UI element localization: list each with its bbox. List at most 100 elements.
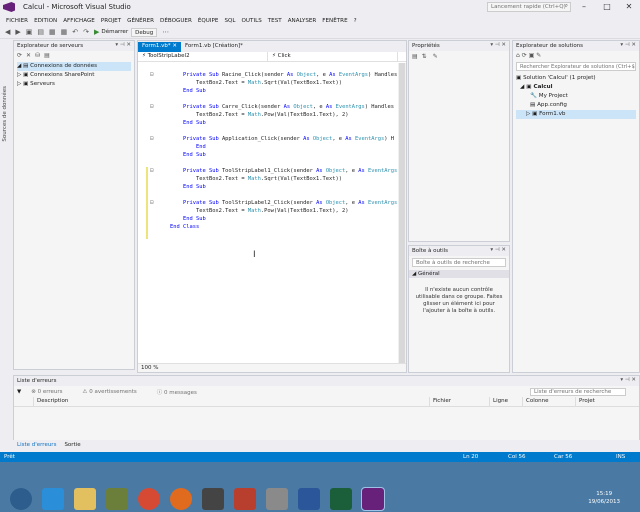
messages-filter-button[interactable]: ⓘ 0 messages bbox=[157, 388, 207, 396]
scrollbar-thumb[interactable] bbox=[399, 63, 405, 363]
word-icon[interactable] bbox=[298, 488, 320, 510]
properties-icon[interactable]: ✎ bbox=[536, 52, 541, 59]
redo-icon[interactable]: ↷ bbox=[83, 28, 89, 36]
tree-item-form1[interactable]: ▷ ▣ Form1.vb bbox=[516, 110, 636, 119]
menu-equipe[interactable]: ÉQUIPE bbox=[198, 17, 219, 24]
connect-server-icon[interactable]: ▤ bbox=[44, 52, 50, 59]
new-project-icon[interactable]: ▣ bbox=[26, 28, 33, 36]
errors-filter-button[interactable]: ⊗ 0 erreurs bbox=[31, 389, 72, 395]
nav-method-select[interactable]: ⚡ Click bbox=[268, 52, 398, 61]
start-orb-icon[interactable] bbox=[10, 488, 32, 510]
warnings-filter-button[interactable]: ⚠ 0 avertissements bbox=[83, 389, 147, 395]
quick-launch-input[interactable]: Lancement rapide (Ctrl+Q) ⌕ bbox=[487, 2, 571, 12]
title-bar: Calcul - Microsoft Visual Studio Lanceme… bbox=[0, 0, 640, 14]
app-icon[interactable] bbox=[106, 488, 128, 510]
toolbox-group-general[interactable]: ◢ Général bbox=[409, 270, 509, 278]
app2-icon[interactable] bbox=[330, 488, 352, 510]
server-explorer-toolbar: ⟳ ✕ ⛁ ▤ bbox=[14, 51, 134, 60]
connect-database-icon[interactable]: ⛁ bbox=[35, 52, 40, 59]
tab-form1-vb[interactable]: Form1.vb* ✕ bbox=[138, 42, 181, 52]
chrome-icon[interactable] bbox=[138, 488, 160, 510]
start-icon[interactable]: ▶ bbox=[94, 28, 99, 36]
pin-icon[interactable]: ▾ ⊣ ✕ bbox=[490, 247, 506, 253]
editor-scrollbar[interactable] bbox=[398, 63, 406, 365]
tree-item-my-project[interactable]: 🔧 My Project bbox=[516, 92, 636, 101]
solution-search-input[interactable]: Rechercher Explorateur de solutions (Ctr… bbox=[516, 62, 636, 71]
menu-fichier[interactable]: FICHIER bbox=[6, 17, 28, 24]
toolbox-search-input[interactable]: Boîte à outils de recherche bbox=[412, 258, 506, 267]
nav-class-select[interactable]: ⚡ ToolStripLabel2 bbox=[138, 52, 268, 61]
tab-form1-design[interactable]: Form1.vb [Création]* bbox=[181, 42, 247, 52]
column-column[interactable]: Colonne bbox=[523, 397, 576, 406]
file-explorer-icon[interactable] bbox=[74, 488, 96, 510]
column-description[interactable]: Description bbox=[34, 397, 430, 406]
status-insert-mode: INS bbox=[616, 454, 626, 460]
start-button[interactable]: Démarrer bbox=[101, 29, 128, 35]
fold-toggle-icon[interactable]: ⊟ bbox=[150, 71, 154, 78]
column-icon[interactable] bbox=[14, 397, 34, 406]
menu-test[interactable]: TEST bbox=[268, 17, 282, 24]
menu-fenetre[interactable]: FENÊTRE bbox=[322, 17, 347, 24]
media-player-icon[interactable] bbox=[202, 488, 224, 510]
pin-icon[interactable]: ▾ ⊣ ✕ bbox=[490, 42, 506, 48]
fold-toggle-icon[interactable]: ⊟ bbox=[150, 167, 154, 174]
tree-item-app-config[interactable]: ▤ App.config bbox=[516, 101, 636, 110]
filter-icon[interactable]: ▼ bbox=[17, 389, 21, 395]
paint-icon[interactable] bbox=[266, 488, 288, 510]
data-sources-tab[interactable]: Sources de données bbox=[2, 86, 8, 142]
system-clock[interactable]: 15:19 19/06/2013 bbox=[588, 490, 620, 506]
categorized-icon[interactable]: ▤ bbox=[412, 53, 418, 60]
maximize-button[interactable]: □ bbox=[596, 0, 618, 14]
sync-icon[interactable]: ⟳ bbox=[522, 52, 527, 59]
menu-generer[interactable]: GÉNÉRER bbox=[127, 17, 154, 24]
column-file[interactable]: Fichier bbox=[430, 397, 490, 406]
tab-output[interactable]: Sortie bbox=[64, 442, 80, 448]
menu-outils[interactable]: OUTILS bbox=[242, 17, 262, 24]
save-all-icon[interactable]: ▦ bbox=[61, 28, 68, 36]
column-line[interactable]: Ligne bbox=[490, 397, 523, 406]
menu-analyser[interactable]: ANALYSER bbox=[288, 17, 317, 24]
code-line: End Sub bbox=[182, 216, 206, 222]
forward-icon[interactable]: ▶ bbox=[15, 28, 20, 36]
firefox-icon[interactable] bbox=[170, 488, 192, 510]
menu-deboguer[interactable]: DÉBOGUER bbox=[160, 17, 192, 24]
tree-item-data-connections[interactable]: ◢ ▤ Connexions de données bbox=[17, 62, 131, 71]
column-project[interactable]: Projet bbox=[576, 397, 636, 406]
refresh-icon[interactable]: ⟳ bbox=[17, 52, 22, 59]
menu-sql[interactable]: SQL bbox=[224, 17, 235, 24]
tree-item-servers[interactable]: ▷ ▣ Serveurs bbox=[17, 80, 131, 89]
error-list-search-input[interactable]: Liste d'erreurs de recherche bbox=[530, 387, 626, 396]
menu-affichage[interactable]: AFFICHAGE bbox=[63, 17, 95, 24]
filezilla-icon[interactable] bbox=[234, 488, 256, 510]
tree-item-sharepoint[interactable]: ▷ ▣ Connexions SharePoint bbox=[17, 71, 131, 80]
menu-projet[interactable]: PROJET bbox=[101, 17, 121, 24]
alphabetical-icon[interactable]: ⇅ bbox=[422, 53, 427, 60]
pin-icon[interactable]: ▾ ⊣ ✕ bbox=[620, 42, 636, 48]
internet-explorer-icon[interactable] bbox=[42, 488, 64, 510]
code-area[interactable]: Private Sub Racine_Click(sender As Objec… bbox=[138, 63, 398, 365]
tree-item-solution[interactable]: ▣ Solution 'Calcul' (1 projet) bbox=[516, 74, 636, 83]
pin-icon[interactable]: ▾ ⊣ ✕ bbox=[620, 377, 636, 383]
fold-toggle-icon[interactable]: ⊟ bbox=[150, 103, 154, 110]
tree-item-project[interactable]: ◢ ▣ Calcul bbox=[516, 83, 636, 92]
zoom-level[interactable]: 100 % bbox=[138, 363, 406, 372]
menu-help[interactable]: ? bbox=[354, 17, 357, 24]
minimize-button[interactable]: – bbox=[573, 0, 595, 14]
save-icon[interactable]: ▦ bbox=[49, 28, 56, 36]
configuration-select[interactable]: Debug bbox=[131, 27, 158, 37]
undo-icon[interactable]: ↶ bbox=[72, 28, 78, 36]
back-icon[interactable]: ◀ bbox=[5, 28, 10, 36]
fold-toggle-icon[interactable]: ⊟ bbox=[150, 135, 154, 142]
toolbar-more-icon[interactable]: ⋯ bbox=[162, 28, 169, 36]
fold-toggle-icon[interactable]: ⊟ bbox=[150, 199, 154, 206]
tab-error-list[interactable]: Liste d'erreurs bbox=[17, 442, 56, 448]
home-icon[interactable]: ⌂ bbox=[516, 52, 520, 59]
open-icon[interactable]: ▤ bbox=[37, 28, 44, 36]
collapse-icon[interactable]: ▣ bbox=[529, 52, 535, 59]
menu-edition[interactable]: EDITION bbox=[34, 17, 57, 24]
close-button[interactable]: ✕ bbox=[618, 0, 640, 14]
wrench-icon[interactable]: ✎ bbox=[433, 53, 438, 60]
stop-icon[interactable]: ✕ bbox=[26, 52, 31, 59]
pin-icon[interactable]: ▾ ⊣ ✕ bbox=[115, 42, 131, 48]
visual-studio-icon[interactable] bbox=[361, 487, 385, 511]
